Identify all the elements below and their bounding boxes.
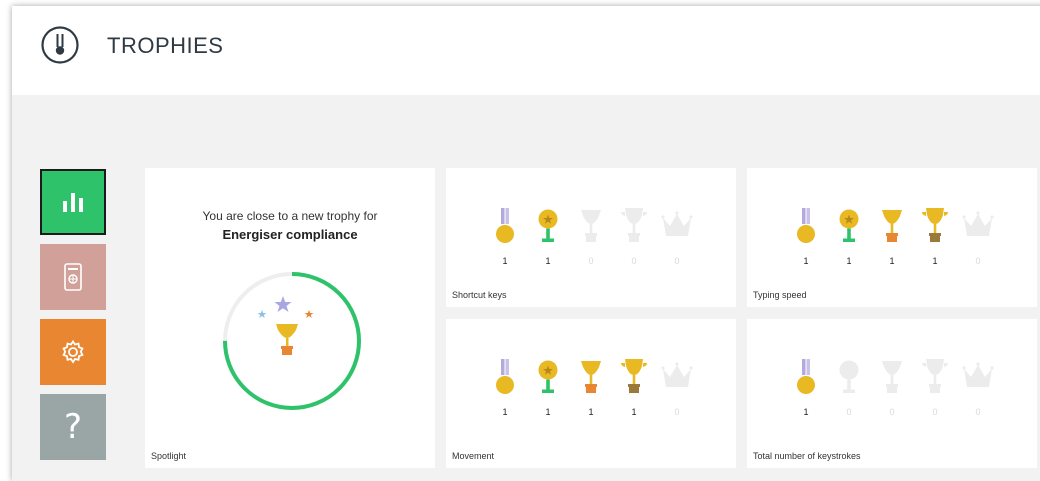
trophy-slot: 0 [962, 357, 994, 418]
trophy-slot: 1 [833, 206, 865, 267]
trophy-slot: 1 [790, 206, 822, 267]
trophy-slot: 1 [489, 357, 521, 418]
trophy-slot: 1 [919, 206, 951, 267]
trophy-count: 1 [803, 256, 809, 266]
cup-icon [882, 361, 902, 393]
card-label: Total number of keystrokes [753, 451, 861, 461]
trophy-card-shortcut-keys[interactable]: 1 1 0 0 0 Shortcut keys [446, 168, 736, 307]
trophy-count: 1 [932, 256, 938, 266]
sidebar-item-statistics[interactable] [40, 169, 106, 235]
spotlight-card[interactable]: You are close to a new trophy for Energi… [145, 168, 435, 468]
sidebar-item-dashboard[interactable] [40, 244, 106, 310]
trophy-count: 0 [932, 407, 938, 417]
app-window: TROPHIES ? You are close to a new trophy… [12, 6, 1040, 481]
trophy-slot: 0 [618, 206, 650, 267]
card-label: Shortcut keys [452, 290, 507, 300]
trophy-count: 1 [803, 407, 809, 417]
bar-chart-icon [63, 193, 83, 212]
page-title: TROPHIES [107, 33, 224, 58]
star-medal-icon [538, 360, 558, 393]
cup-icon [581, 210, 601, 242]
cup-icon [882, 210, 902, 242]
trophy-slot: 0 [575, 206, 607, 267]
card-label: Typing speed [753, 290, 807, 300]
trophy-count: 1 [502, 256, 508, 266]
star-icon [274, 296, 292, 312]
trophy-count: 1 [846, 256, 852, 266]
trophy-slot: 1 [618, 357, 650, 418]
medal-icon [797, 208, 815, 243]
trophy-slot: 0 [833, 357, 865, 418]
trophy-count: 1 [545, 256, 551, 266]
trophy-slot: 0 [661, 206, 693, 267]
trophy-count: 0 [975, 407, 981, 417]
trophy-slot: 1 [575, 357, 607, 418]
star-medal-icon [839, 360, 859, 393]
star-medal-icon [839, 209, 859, 242]
large-cup-icon [922, 359, 948, 393]
progress-ring [223, 272, 361, 410]
trophy-card-total-keystrokes[interactable]: 1 0 0 0 0 Total number of keystrokes [747, 319, 1037, 468]
cup-icon [276, 324, 298, 355]
trophy-slot: 1 [876, 206, 908, 267]
sidebar-item-help[interactable]: ? [40, 394, 106, 460]
medal-icon [797, 359, 815, 394]
card-label: Movement [452, 451, 495, 461]
trophy-count: 0 [674, 256, 680, 266]
trophy-slot: 1 [532, 206, 564, 267]
trophy-count: 1 [631, 407, 637, 417]
sidebar-item-settings[interactable] [40, 319, 106, 385]
trophy-slot: 0 [962, 206, 994, 267]
question-icon: ? [63, 407, 83, 447]
trophy-card-typing-speed[interactable]: 1 1 1 1 0 Typing speed [747, 168, 1037, 307]
trophy-card-movement[interactable]: 1 1 1 1 0 Movement [446, 319, 736, 468]
trophy-row: 1 1 0 0 0 [446, 206, 736, 267]
crown-icon [962, 211, 994, 236]
trophy-slot: 1 [489, 206, 521, 267]
trophy-count: 1 [545, 407, 551, 417]
trophy-count: 0 [674, 407, 680, 417]
large-cup-icon [621, 208, 647, 242]
medal-icon [496, 208, 514, 243]
crown-icon [661, 362, 693, 387]
device-icon [64, 263, 82, 291]
card-label: Spotlight [151, 451, 187, 461]
spotlight-trophy-name: Energiser compliance [222, 227, 358, 242]
trophy-slot: 1 [790, 357, 822, 418]
trophy-count: 0 [846, 407, 852, 417]
gear-icon [62, 339, 84, 364]
title-bar: TROPHIES [12, 6, 1040, 95]
trophy-count: 0 [975, 256, 981, 266]
trophy-count: 0 [631, 256, 637, 266]
trophy-row: 1 0 0 0 0 [747, 357, 1037, 418]
spotlight-message: You are close to a new trophy for [202, 209, 378, 223]
crown-icon [962, 362, 994, 387]
large-cup-icon [621, 359, 647, 393]
trophy-logo-icon [41, 26, 79, 64]
trophy-row: 1 1 1 1 0 [747, 206, 1037, 267]
cup-icon [581, 361, 601, 393]
trophy-slot: 0 [876, 357, 908, 418]
trophy-row: 1 1 1 1 0 [446, 357, 736, 418]
trophy-slot: 1 [532, 357, 564, 418]
trophy-slot: 0 [919, 357, 951, 418]
trophy-slot: 0 [661, 357, 693, 418]
large-cup-icon [922, 208, 948, 242]
medal-icon [496, 359, 514, 394]
trophy-count: 0 [889, 407, 895, 417]
crown-icon [661, 211, 693, 236]
star-medal-icon [538, 209, 558, 242]
trophy-count: 1 [502, 407, 508, 417]
trophy-count: 1 [588, 407, 594, 417]
trophy-count: 0 [588, 256, 594, 266]
trophy-count: 1 [889, 256, 895, 266]
